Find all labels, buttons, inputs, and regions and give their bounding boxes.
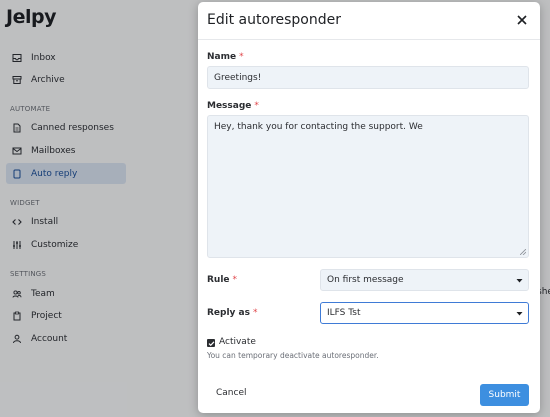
name-label-text: Name xyxy=(207,52,237,62)
reply-as-select[interactable]: ILFS Tst xyxy=(320,302,529,324)
header-divider xyxy=(198,39,540,40)
message-textarea-value: Hey, thank you for contacting the suppor… xyxy=(214,122,423,132)
reply-as-label-text: Reply as xyxy=(207,308,250,318)
close-button[interactable] xyxy=(515,13,529,27)
caret-down-icon xyxy=(516,279,523,283)
submit-button[interactable]: Submit xyxy=(480,384,529,406)
edit-autoresponder-dialog: Edit autoresponder Name * Greetings! Mess… xyxy=(198,2,540,413)
close-icon xyxy=(517,15,527,25)
name-input[interactable]: Greetings! xyxy=(207,66,529,89)
rule-select-value: On first message xyxy=(327,275,404,285)
dialog-title: Edit autoresponder xyxy=(207,12,342,28)
activate-label[interactable]: Activate xyxy=(219,337,256,347)
reply-as-select-value: ILFS Tst xyxy=(327,308,361,318)
message-label-text: Message xyxy=(207,101,252,111)
rule-label-text: Rule xyxy=(207,275,230,285)
rule-select[interactable]: On first message xyxy=(320,269,529,291)
required-mark: * xyxy=(232,275,238,285)
required-mark: * xyxy=(239,52,244,62)
name-label: Name * xyxy=(207,52,244,62)
resize-handle-icon[interactable] xyxy=(520,249,526,255)
message-label: Message * xyxy=(207,101,259,111)
activate-hint: You can temporary deactivate autorespond… xyxy=(207,351,379,360)
checkmark-icon xyxy=(208,340,214,346)
caret-down-icon xyxy=(516,312,523,316)
name-input-value: Greetings! xyxy=(214,72,262,83)
cancel-button[interactable]: Cancel xyxy=(216,388,247,398)
message-textarea[interactable]: Hey, thank you for contacting the suppor… xyxy=(207,115,529,258)
activate-checkbox[interactable] xyxy=(207,339,215,347)
required-mark: * xyxy=(254,101,259,111)
reply-as-label: Reply as * xyxy=(207,308,258,318)
required-mark: * xyxy=(253,308,258,318)
rule-label: Rule * xyxy=(207,275,237,285)
